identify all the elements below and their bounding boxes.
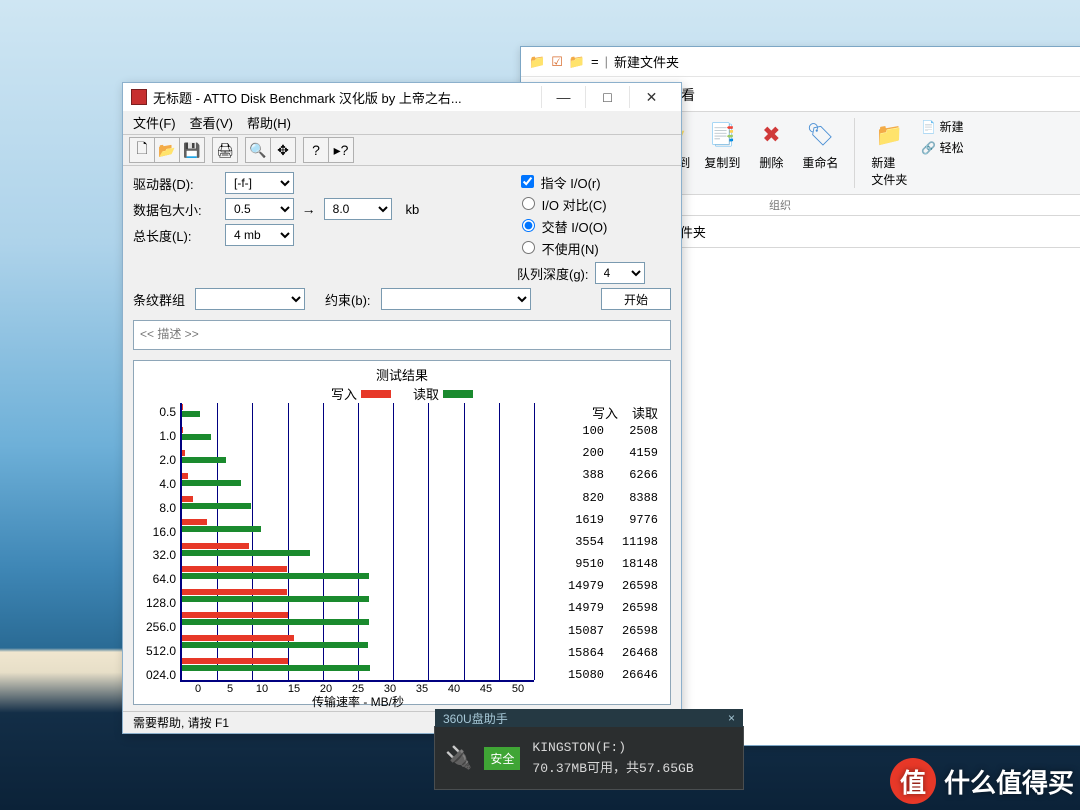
constraint-select[interactable] xyxy=(381,288,531,310)
menu-help[interactable]: 帮助(H) xyxy=(247,113,291,132)
copy-to-button[interactable]: 📑复制到 xyxy=(704,118,740,188)
zoom-icon[interactable]: 🔍 xyxy=(245,137,271,163)
open-icon[interactable]: 📂 xyxy=(154,137,180,163)
app-icon xyxy=(131,89,147,105)
menubar: 文件(F) 查看(V) 帮助(H) xyxy=(123,111,681,134)
usb-icon: 🔌 xyxy=(445,745,472,771)
toolbar: 🗋 📂 💾 🖨 🔍 ✥ ? ▸? xyxy=(123,134,681,166)
delete-button[interactable]: ✖删除 xyxy=(754,118,788,188)
new-item-button[interactable]: 📄 新建 xyxy=(921,118,963,135)
start-button[interactable]: 开始 xyxy=(601,288,671,310)
window-path: 新建文件夹 xyxy=(614,52,679,71)
queue-depth-select[interactable]: 4 xyxy=(595,262,645,284)
context-help-icon[interactable]: ▸? xyxy=(328,137,354,163)
easy-access-button[interactable]: 🔗 轻松 xyxy=(921,139,963,156)
save-icon[interactable]: 💾 xyxy=(179,137,205,163)
packet-from-select[interactable]: 0.5 xyxy=(225,198,294,220)
new-folder-button[interactable]: 📁新建 文件夹 xyxy=(871,118,907,188)
description-box[interactable]: << 描述 >> xyxy=(133,320,671,350)
usb-helper-popup[interactable]: 360U盘助手 × 🔌 安全 KINGSTON(F:) 70.37MB可用，共5… xyxy=(434,726,744,790)
move-icon[interactable]: ✥ xyxy=(270,137,296,163)
results-panel: 测试结果 写入 读取 0.51.02.04.08.016.032.064.012… xyxy=(133,360,671,705)
new-icon[interactable]: 🗋 xyxy=(129,137,155,163)
length-select[interactable]: 4 mb xyxy=(225,224,294,246)
write-legend-swatch xyxy=(361,390,391,398)
drive-select[interactable]: [-f-] xyxy=(225,172,294,194)
print-icon[interactable]: 🖨 xyxy=(212,137,238,163)
close-button[interactable]: ✕ xyxy=(629,86,673,108)
compare-io-radio[interactable]: I/O 对比(C) xyxy=(517,194,681,214)
help-icon[interactable]: ? xyxy=(303,137,329,163)
menu-file[interactable]: 文件(F) xyxy=(133,113,176,132)
neither-radio[interactable]: 不使用(N) xyxy=(517,238,681,258)
stripe-select[interactable] xyxy=(195,288,305,310)
arrow-icon: → xyxy=(294,201,324,217)
packet-to-select[interactable]: 8.0 xyxy=(324,198,393,220)
overlap-io-radio[interactable]: 交替 I/O(O) xyxy=(517,216,681,236)
atto-titlebar[interactable]: 无标题 - ATTO Disk Benchmark 汉化版 by 上帝之右...… xyxy=(123,83,681,111)
folder-icon: 📁 xyxy=(569,54,585,70)
watermark-icon: 值 xyxy=(890,758,936,804)
safe-badge: 安全 xyxy=(484,747,520,770)
check-icon: ☑ xyxy=(551,54,563,70)
watermark: 值 什么值得买 xyxy=(890,758,1074,804)
window-title: 无标题 - ATTO Disk Benchmark 汉化版 by 上帝之右... xyxy=(153,88,462,107)
rename-button[interactable]: 🏷重命名 xyxy=(802,118,838,188)
maximize-button[interactable]: □ xyxy=(585,86,629,108)
menu-view[interactable]: 查看(V) xyxy=(190,113,233,132)
folder-icon: 📁 xyxy=(529,54,545,70)
atto-benchmark-window: 无标题 - ATTO Disk Benchmark 汉化版 by 上帝之右...… xyxy=(122,82,682,734)
close-icon[interactable]: × xyxy=(728,711,735,725)
direct-io-check[interactable]: 指令 I/O(r) xyxy=(517,172,681,192)
chart-plot: 05101520253035404550 传输速率 - MB/秒 xyxy=(180,403,534,682)
read-legend-swatch xyxy=(443,390,473,398)
explorer-titlebar[interactable]: 📁 ☑ 📁 = | 新建文件夹 xyxy=(521,47,1080,77)
minimize-button[interactable]: — xyxy=(541,86,585,108)
